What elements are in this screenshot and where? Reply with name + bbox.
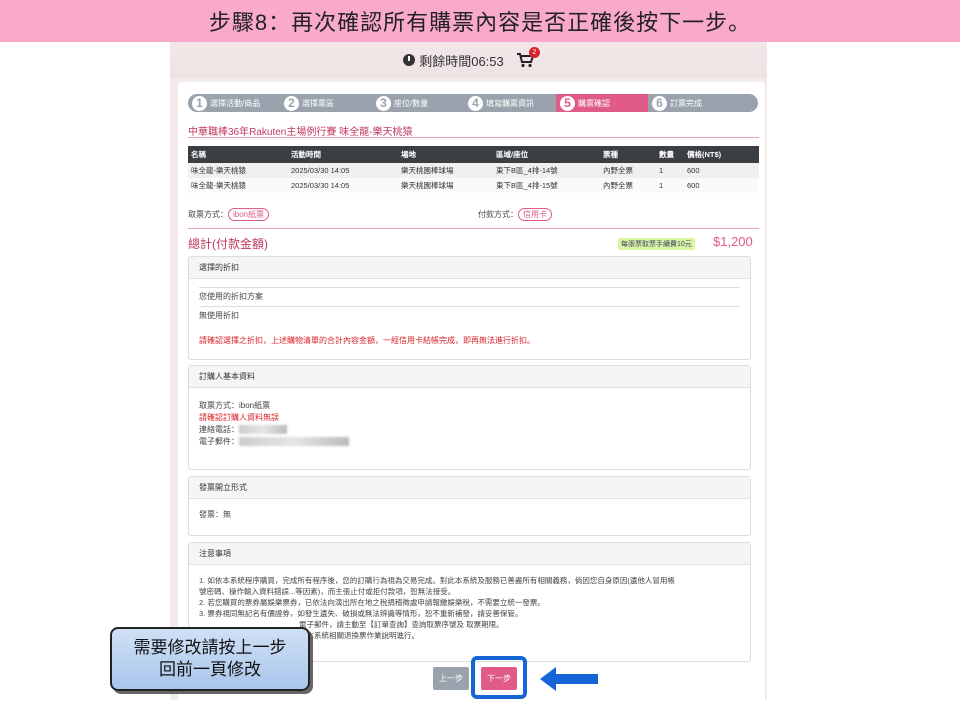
step-number: 4 [468,95,483,111]
left-arrow-icon [540,667,598,691]
email-label: 電子郵件： [199,437,239,446]
step-2: 2 選擇票區 [280,94,372,112]
cart-count-badge: 2 [528,47,540,58]
payment-method: 付款方式： 信用卡 [478,208,552,221]
cell: 1 [656,178,684,193]
cell: 內野全票 [600,178,656,193]
step-number: 1 [192,95,207,111]
next-button-highlight [471,656,527,699]
step-5-active: 5 購票確認 [556,94,648,112]
note-line: 3. 票券視同無記名有價證券，如發生遺失、破損或無法辨識等情形，恕不重新補發，請… [199,609,523,618]
step-label: 選擇活動/商品 [210,98,261,108]
discount-panel: 選擇的折扣 您使用的折扣方案 無使用折扣 請確認選擇之折扣，上述購物清單的合計內… [188,256,751,360]
panel-title: 訂購人基本資料 [189,366,750,388]
step-number: 5 [560,95,575,111]
discount-used-label: 您使用的折扣方案 [199,287,740,307]
phone-label: 連絡電話： [199,425,239,434]
note-line: 1. 如依本系統程序購買，完成所有程序後，您的訂購行為視為交易完成。對此本系統及… [199,576,675,585]
note-line: 2. 若您購買的票券屬娛樂票券，已依法向演出所在地之稅捐稽徵處申請報繳娛樂稅，不… [199,598,545,607]
payment-label: 付款方式： [478,210,518,219]
email-redacted [239,437,349,447]
cart-icon[interactable]: 2 [516,47,540,68]
invoice-value: 發票：無 [199,510,231,519]
buyer-confirm-note: 請確認訂購人資料無誤 [199,413,279,422]
cell: 600 [684,163,759,178]
discount-warning: 請確認選擇之折扣，上述購物清單的合計內容金額，一經信用卡結帳完成，即再無法進行折… [199,336,535,345]
step-number: 3 [376,95,391,111]
panel-title: 注意事項 [189,543,750,565]
clock-icon [403,54,416,66]
cell: 2025/03/30 14:05 [288,178,398,193]
event-title: 中華職棒36年Rakuten主場例行賽 味全龍-樂天桃猿 [188,127,413,138]
divider [188,137,759,138]
col-qty: 數量 [656,146,684,163]
discount-used-value: 無使用折扣 [199,311,239,320]
callout-line-1: 需要修改請按上一步 [133,638,287,657]
col-price: 價格(NT$) [684,146,759,163]
step-4: 4 填寫購票資訊 [464,94,556,112]
step-label: 選擇票區 [302,98,334,108]
panel-body: 您使用的折扣方案 無使用折扣 請確認選擇之折扣，上述購物清單的合計內容金額，一經… [189,279,750,355]
step-label: 座位/數量 [394,98,429,108]
cell: 樂天桃園棒球場 [398,163,493,178]
order-card: 1 選擇活動/商品 2 選擇票區 3 座位/數量 4 填寫購票資訊 5 購票確認 6 訂票完… [178,82,765,700]
fee-note-badge: 每張票取票手續費10元 [618,238,695,250]
step-label: 購票確認 [578,98,610,108]
table-header-row: 名稱 活動時間 場地 區域/座位 票種 數量 價格(NT$) [188,146,759,163]
callout-line-2: 回前一頁修改 [159,660,261,679]
buyer-info-panel: 訂購人基本資料 取票方式：ibon紙票 請確認訂購人資料無誤 連絡電話： 電子郵… [188,365,751,470]
cell: 味全龍-樂天桃猿 [188,178,288,193]
panel-body: 取票方式：ibon紙票 請確認訂購人資料無誤 連絡電話： 電子郵件： [189,388,750,456]
instruction-banner: 步驟8：再次確認所有購票內容是否正確後按下一步。 [0,0,960,42]
step-number: 6 [652,95,667,111]
cell: 味全龍-樂天桃猿 [188,163,288,178]
pickup-label: 取票方式： [188,210,228,219]
cell: 600 [684,178,759,193]
panel-title: 發票開立形式 [189,477,750,499]
step-3: 3 座位/數量 [372,94,464,112]
step-6: 6 訂票完成 [648,94,748,112]
table-row: 味全龍-樂天桃猿 2025/03/30 14:05 樂天桃園棒球場 東下B區_4… [188,163,759,178]
col-time: 活動時間 [288,146,398,163]
screenshot-frame: 剩餘時間06:53 2 1 選擇活動/商品 2 選擇票區 3 座位/數量 4 填寫購票資… [170,42,767,700]
step-label: 訂票完成 [670,98,702,108]
phone-redacted [239,425,287,435]
panel-title: 選擇的折扣 [189,257,750,279]
invoice-panel: 發票開立形式 發票：無 [188,476,751,536]
col-ticket-type: 票種 [600,146,656,163]
pickup-method-badge: ibon紙票 [228,208,270,221]
callout-note: 需要修改請按上一步 回前一頁修改 [110,627,310,691]
payment-method-badge: 信用卡 [518,208,552,221]
col-seat: 區域/座位 [493,146,600,163]
prev-step-button[interactable]: 上一步 [433,667,469,690]
note-line: 號密碼、操作輸入資料錯誤...等因素)，而主張止付或拒付款項，恕無法接受。 [199,587,456,596]
table-row: 味全龍-樂天桃猿 2025/03/30 14:05 樂天桃園棒球場 東下B區_4… [188,178,759,193]
cell: 1 [656,163,684,178]
buyer-pickup: 取票方式：ibon紙票 [199,401,271,410]
total-label: 總計(付款金額) [188,237,268,251]
email-row: 電子郵件： [199,436,740,448]
order-table: 名稱 活動時間 場地 區域/座位 票種 數量 價格(NT$) 味全龍-樂天桃猿 … [188,146,759,193]
cell: 樂天桃園棒球場 [398,178,493,193]
cell: 東下B區_4排-15號 [493,178,600,193]
col-venue: 場地 [398,146,493,163]
timer-text: 剩餘時間06:53 [419,53,504,69]
cell: 內野全票 [600,163,656,178]
cell: 東下B區_4排-14號 [493,163,600,178]
divider [188,228,759,229]
step-1: 1 選擇活動/商品 [188,94,280,112]
total-amount: $1,200 [713,234,753,249]
cell: 2025/03/30 14:05 [288,163,398,178]
step-label: 填寫購票資訊 [486,98,534,108]
step-number: 2 [284,95,299,111]
progress-steps: 1 選擇活動/商品 2 選擇票區 3 座位/數量 4 填寫購票資訊 5 購票確認 6 訂票完… [188,94,758,112]
delivery-payment-methods: 取票方式： ibon紙票 付款方式： 信用卡 [188,208,759,221]
timer-bar: 剩餘時間06:53 2 [170,42,767,78]
banner-text: 步驟8：再次確認所有購票內容是否正確後按下一步。 [208,10,752,35]
phone-row: 連絡電話： [199,424,740,436]
col-name: 名稱 [188,146,288,163]
